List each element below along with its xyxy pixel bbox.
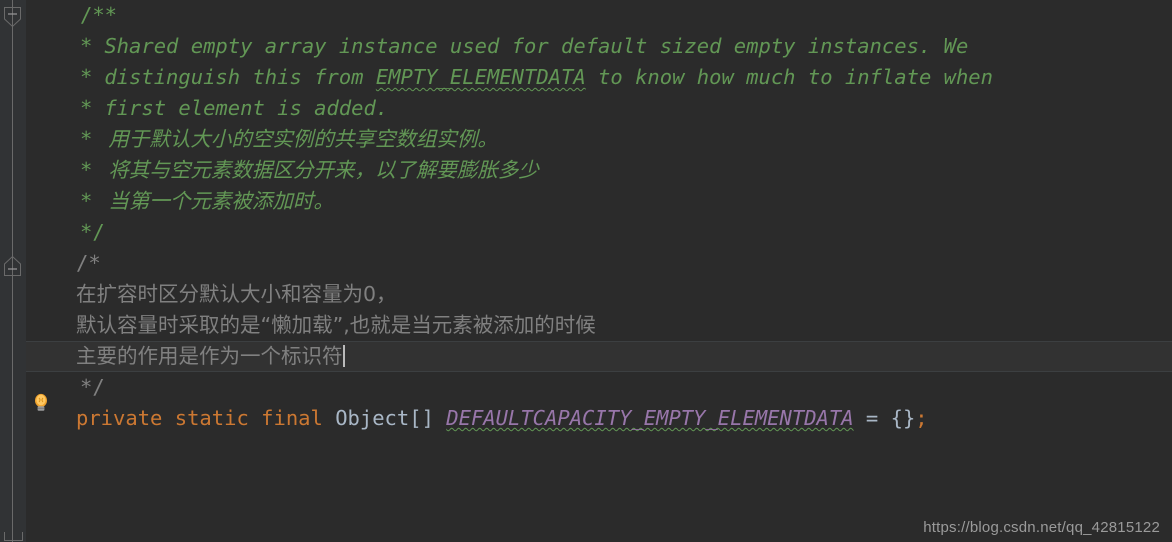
code-token-field: DEFAULTCAPACITY_EMPTY_ELEMENTDATA <box>446 406 854 430</box>
code-token-type: Object[] <box>335 406 434 430</box>
code-line[interactable]: * Shared empty array instance used for de… <box>26 31 1172 62</box>
javadoc-asterisk: * <box>80 127 93 151</box>
code-token-comment: /* <box>76 251 101 275</box>
code-token-semicolon: ; <box>915 406 928 430</box>
editor-gutter <box>0 0 26 542</box>
code-token-assign: = <box>853 406 891 430</box>
code-token-comment: to know how much to inflate when <box>585 65 993 89</box>
javadoc-asterisk: * <box>80 65 93 89</box>
code-line[interactable]: * 当第一个元素被添加时。 <box>26 186 1172 217</box>
code-token-comment: Shared empty array instance used for def… <box>104 34 969 58</box>
code-token-comment: 当第一个元素被添加时。 <box>108 189 334 213</box>
watermark-url: https://blog.csdn.net/qq_42815122 <box>923 519 1160 536</box>
code-token-comment: /** <box>80 3 118 27</box>
code-line[interactable]: * 用于默认大小的空实例的共享空数组实例。 <box>26 124 1172 155</box>
code-line[interactable]: 默认容量时采取的是“懒加载”,也就是当元素被添加的时候 <box>26 310 1172 341</box>
code-token-comment: */ <box>80 375 105 399</box>
code-content[interactable]: /** * Shared empty array instance used fo… <box>26 0 1172 542</box>
code-line[interactable]: 在扩容时区分默认大小和容量为0， <box>26 279 1172 310</box>
code-line[interactable]: /** <box>26 0 1172 31</box>
code-line[interactable]: */ <box>26 217 1172 248</box>
code-line[interactable]: * 将其与空元素数据区分开来，以了解要膨胀多少 <box>26 155 1172 186</box>
code-line-current[interactable]: 主要的作用是作为一个标识符 <box>26 341 1172 372</box>
code-token-braces: {} <box>890 406 916 430</box>
code-token-comment: 默认容量时采取的是“懒加载”,也就是当元素被添加的时候 <box>76 313 596 337</box>
text-caret <box>342 345 345 367</box>
javadoc-asterisk: * <box>80 189 93 213</box>
fold-bracket-bottom <box>4 532 23 541</box>
code-line[interactable]: * distinguish this from EMPTY_ELEMENTDATA… <box>26 62 1172 93</box>
code-line[interactable]: */ <box>26 372 1172 403</box>
typo-highlight: EMPTY_ELEMENTDATA <box>375 65 586 89</box>
code-line[interactable]: * first element is added. <box>26 93 1172 124</box>
code-token-comment: */ <box>80 220 105 244</box>
code-token-comment: 主要的作用是作为一个标识符 <box>76 344 343 368</box>
code-editor[interactable]: /** * Shared empty array instance used fo… <box>0 0 1172 542</box>
fold-collapse-start-icon[interactable] <box>3 6 22 28</box>
javadoc-asterisk: * <box>80 158 93 182</box>
code-token-comment: distinguish this from <box>104 65 376 89</box>
code-token-comment: 在扩容时区分默认大小和容量为0， <box>76 282 397 306</box>
code-line[interactable]: /* <box>26 248 1172 279</box>
javadoc-asterisk: * <box>80 34 93 58</box>
code-token-keyword: private static final <box>76 406 336 430</box>
javadoc-asterisk: * <box>80 96 93 120</box>
code-token-comment: 将其与空元素数据区分开来，以了解要膨胀多少 <box>108 158 539 182</box>
code-line[interactable]: private static final Object[] DEFAULTCAP… <box>26 403 1172 434</box>
code-token-comment: first element is added. <box>104 96 389 120</box>
fold-collapse-end-icon[interactable] <box>3 255 22 277</box>
code-token-comment: 用于默认大小的空实例的共享空数组实例。 <box>108 127 498 151</box>
